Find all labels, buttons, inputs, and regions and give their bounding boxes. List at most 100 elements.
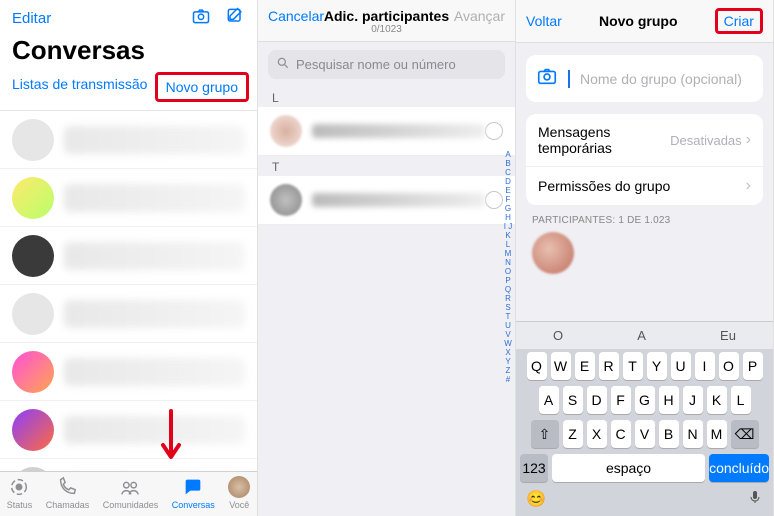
chevron-right-icon: › bbox=[746, 131, 751, 149]
key-L[interactable]: L bbox=[731, 386, 751, 414]
emoji-key[interactable]: 😊 bbox=[526, 489, 546, 510]
key-X[interactable]: X bbox=[587, 420, 607, 448]
edit-button[interactable]: Editar bbox=[12, 10, 51, 27]
chat-row[interactable] bbox=[0, 227, 257, 285]
camera-icon[interactable] bbox=[191, 6, 211, 31]
broadcast-lists-link[interactable]: Listas de transmissão bbox=[12, 76, 147, 102]
chat-row[interactable] bbox=[0, 401, 257, 459]
page-title: Conversas bbox=[0, 33, 257, 72]
select-radio[interactable] bbox=[485, 191, 503, 209]
add-participants-panel: Cancelar Adic. participantes 0/1023 Avan… bbox=[258, 0, 516, 516]
key-Z[interactable]: Z bbox=[563, 420, 583, 448]
phone-icon bbox=[56, 476, 78, 498]
tab-chats-label: Conversas bbox=[172, 500, 215, 510]
participant-avatar[interactable] bbox=[532, 232, 574, 274]
status-icon bbox=[8, 476, 30, 498]
camera-icon[interactable] bbox=[536, 65, 558, 92]
tab-calls[interactable]: Chamadas bbox=[46, 476, 90, 510]
key-V[interactable]: V bbox=[635, 420, 655, 448]
space-key[interactable]: espaço bbox=[552, 454, 705, 482]
search-placeholder: Pesquisar nome ou número bbox=[296, 57, 456, 72]
shift-key[interactable]: ⇧ bbox=[531, 420, 559, 448]
chat-row[interactable] bbox=[0, 285, 257, 343]
cancel-button[interactable]: Cancelar bbox=[268, 8, 324, 24]
mic-key[interactable] bbox=[747, 489, 763, 510]
key-Q[interactable]: Q bbox=[527, 352, 547, 380]
top-bar: Editar bbox=[0, 0, 257, 33]
disappearing-messages-row[interactable]: Mensagens temporárias Desativadas› bbox=[526, 114, 763, 167]
key-P[interactable]: P bbox=[743, 352, 763, 380]
chat-row[interactable] bbox=[0, 169, 257, 227]
suggestion[interactable]: O bbox=[553, 328, 563, 343]
key-M[interactable]: M bbox=[707, 420, 727, 448]
tab-calls-label: Chamadas bbox=[46, 500, 90, 510]
key-I[interactable]: I bbox=[695, 352, 715, 380]
tab-you[interactable]: Você bbox=[228, 476, 250, 510]
key-D[interactable]: D bbox=[587, 386, 607, 414]
suggestion[interactable]: Eu bbox=[720, 328, 736, 343]
communities-icon bbox=[119, 476, 141, 498]
alphabet-index[interactable]: A B C D E F G H I J K L M N O P Q R S T … bbox=[503, 150, 513, 384]
done-key[interactable]: concluído bbox=[709, 454, 769, 482]
key-W[interactable]: W bbox=[551, 352, 571, 380]
tab-you-label: Você bbox=[229, 500, 249, 510]
header-title: Novo grupo bbox=[599, 13, 678, 29]
key-R[interactable]: R bbox=[599, 352, 619, 380]
key-H[interactable]: H bbox=[659, 386, 679, 414]
tab-chats[interactable]: Conversas bbox=[172, 476, 215, 510]
sub-bar: Listas de transmissão Novo grupo bbox=[0, 72, 257, 111]
key-E[interactable]: E bbox=[575, 352, 595, 380]
header: Cancelar Adic. participantes 0/1023 Avan… bbox=[258, 0, 515, 42]
participants-label: PARTICIPANTES: 1 DE 1.023 bbox=[516, 205, 773, 232]
advance-button[interactable]: Avançar bbox=[454, 8, 505, 24]
group-permissions-row[interactable]: Permissões do grupo › bbox=[526, 167, 763, 205]
section-header-T: T bbox=[258, 156, 515, 176]
key-C[interactable]: C bbox=[611, 420, 631, 448]
key-G[interactable]: G bbox=[635, 386, 655, 414]
chat-row[interactable] bbox=[0, 343, 257, 401]
key-K[interactable]: K bbox=[707, 386, 727, 414]
contact-name bbox=[312, 193, 485, 207]
key-T[interactable]: T bbox=[623, 352, 643, 380]
row-value: Desativadas bbox=[670, 133, 742, 148]
back-button[interactable]: Voltar bbox=[526, 13, 562, 29]
search-field[interactable]: Pesquisar nome ou número bbox=[268, 50, 505, 79]
key-A[interactable]: A bbox=[539, 386, 559, 414]
suggestion[interactable]: A bbox=[637, 328, 646, 343]
contact-avatar bbox=[270, 115, 302, 147]
chat-preview bbox=[64, 416, 245, 444]
key-S[interactable]: S bbox=[563, 386, 583, 414]
tab-communities[interactable]: Comunidades bbox=[103, 476, 159, 510]
compose-icon[interactable] bbox=[225, 6, 245, 31]
chat-avatar bbox=[12, 293, 54, 335]
key-N[interactable]: N bbox=[683, 420, 703, 448]
numbers-key[interactable]: 123 bbox=[520, 454, 548, 482]
new-group-panel: Voltar Novo grupo Criar Mensagens tempor… bbox=[516, 0, 774, 516]
key-F[interactable]: F bbox=[611, 386, 631, 414]
row-label: Permissões do grupo bbox=[538, 178, 670, 194]
header-counter: 0/1023 bbox=[268, 24, 505, 35]
key-B[interactable]: B bbox=[659, 420, 679, 448]
chat-list[interactable] bbox=[0, 111, 257, 471]
backspace-key[interactable]: ⌫ bbox=[731, 420, 759, 448]
text-caret bbox=[568, 70, 570, 88]
tab-status[interactable]: Status bbox=[7, 476, 33, 510]
contact-row[interactable] bbox=[258, 176, 515, 225]
group-name-input[interactable] bbox=[580, 71, 761, 87]
select-radio[interactable] bbox=[485, 122, 503, 140]
chats-panel: Editar Conversas Listas de transmissão N… bbox=[0, 0, 258, 516]
chat-row[interactable] bbox=[0, 459, 257, 471]
new-group-link[interactable]: Novo grupo bbox=[155, 72, 249, 102]
chat-avatar bbox=[12, 177, 54, 219]
chat-preview bbox=[64, 300, 245, 328]
contact-row[interactable] bbox=[258, 107, 515, 156]
tab-bar: Status Chamadas Comunidades Conversas Vo… bbox=[0, 471, 257, 516]
chat-row[interactable] bbox=[0, 111, 257, 169]
key-U[interactable]: U bbox=[671, 352, 691, 380]
create-button[interactable]: Criar bbox=[715, 8, 763, 34]
key-Y[interactable]: Y bbox=[647, 352, 667, 380]
tab-communities-label: Comunidades bbox=[103, 500, 159, 510]
key-J[interactable]: J bbox=[683, 386, 703, 414]
key-O[interactable]: O bbox=[719, 352, 739, 380]
chat-preview bbox=[64, 126, 245, 154]
